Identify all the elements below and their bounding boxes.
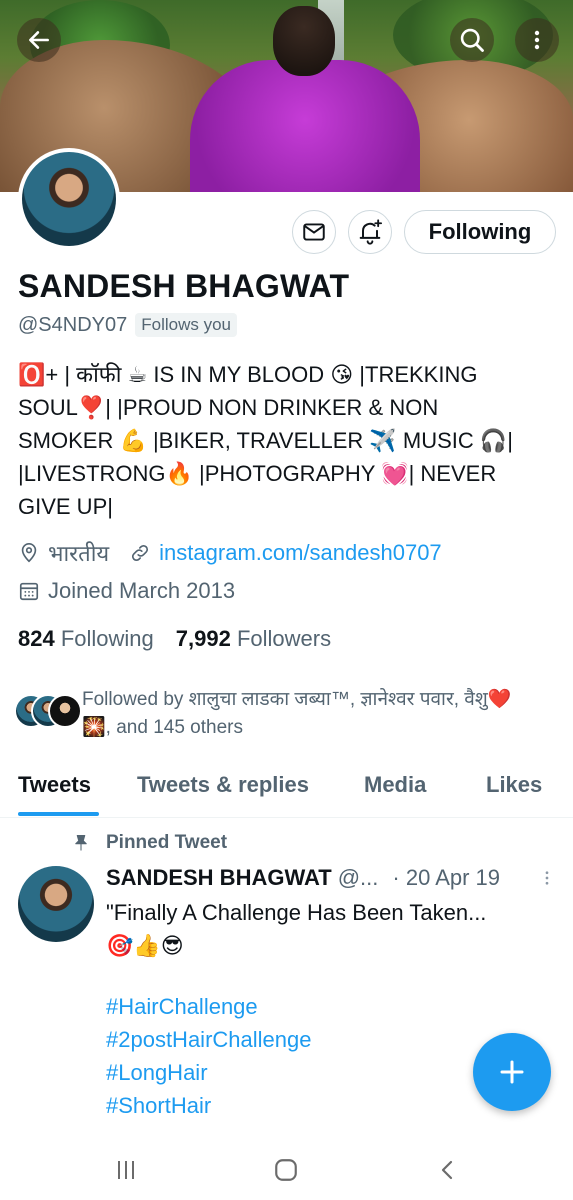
follower-avatars: [14, 694, 82, 730]
active-tab-indicator: [18, 812, 99, 816]
hashtag-link[interactable]: #HairChallenge: [106, 990, 311, 1023]
home-button[interactable]: [266, 1154, 306, 1186]
bio-line: SOUL❣️| |PROUD NON DRINKER & NON: [18, 395, 439, 420]
follows-you-badge: Follows you: [135, 313, 238, 337]
bio-line: |LIVESTRONG🔥 |PHOTOGRAPHY 💓| NEVER: [18, 461, 497, 486]
tweet-text-line: "Finally A Challenge Has Been Taken...: [106, 900, 487, 925]
recent-apps-icon: [118, 1161, 134, 1179]
followers-label: Followers: [236, 626, 332, 651]
compose-tweet-button[interactable]: [473, 1033, 551, 1111]
tweet-text-line: 🎯👍😎: [106, 933, 184, 958]
bio-line: SMOKER 💪 |BIKER, TRAVELLER ✈️ MUSIC 🎧|: [18, 428, 513, 453]
tab-tweets[interactable]: Tweets: [18, 772, 91, 798]
followers-count: 7,992: [175, 626, 231, 651]
profile-handle: @S4NDY07: [18, 313, 128, 336]
location-pin-icon: [21, 543, 37, 563]
tweet-header: SANDESH BHAGWAT @... · 20 Apr 19: [106, 865, 556, 891]
tweet-author-handle: @...: [337, 865, 379, 890]
joined-row: Joined March 2013: [18, 578, 235, 604]
following-count-link[interactable]: 824 Following: [18, 626, 154, 652]
more-button[interactable]: [515, 18, 559, 62]
profile-website-link[interactable]: instagram.com/sandesh0707: [159, 540, 442, 566]
system-nav-bar: [0, 1140, 573, 1200]
followed-by-line: Followed by शालुचा लाडका जब्या™, ज्ञानेश…: [82, 689, 512, 710]
search-icon: [460, 28, 484, 52]
profile-location: भारतीय: [48, 541, 110, 566]
followers-count-link[interactable]: 7,992 Followers: [176, 626, 331, 652]
avatar-image: [18, 866, 94, 942]
system-back-button[interactable]: [428, 1154, 468, 1186]
location-website-row: भारतीय instagram.com/sandesh0707: [18, 538, 442, 568]
pinned-tweet-text: Pinned Tweet: [106, 832, 228, 853]
banner-person: [190, 60, 420, 192]
mail-icon: [303, 223, 325, 241]
tweet-more-icon[interactable]: [538, 867, 556, 889]
following-label: Following: [60, 626, 154, 651]
profile-tabs: Tweets Tweets & replies Media Likes: [0, 760, 573, 818]
calendar-icon: [19, 582, 39, 601]
pin-icon: [75, 834, 87, 851]
notifications-button[interactable]: [348, 210, 392, 254]
message-button[interactable]: [292, 210, 336, 254]
pinned-tweet-label: Pinned Tweet: [72, 832, 227, 854]
following-count: 824: [18, 626, 55, 651]
tab-likes[interactable]: Likes: [486, 772, 542, 798]
back-button[interactable]: [17, 18, 61, 62]
recent-apps-button[interactable]: [106, 1154, 146, 1186]
follow-counts: 824 Following 7,992 Followers: [18, 626, 331, 652]
bell-plus-icon: [359, 219, 383, 245]
more-vertical-icon: [534, 30, 540, 50]
followed-by[interactable]: Followed by शालुचा लाडका जब्या™, ज्ञानेश…: [14, 686, 559, 742]
arrow-left-icon: [29, 31, 49, 49]
tweet-author-name[interactable]: SANDESH BHAGWAT: [106, 865, 332, 891]
following-button[interactable]: Following: [404, 210, 556, 254]
hashtag-link[interactable]: #ShortHair: [106, 1089, 311, 1122]
bio-line: GIVE UP|: [18, 494, 113, 519]
banner-person-head: [273, 6, 335, 76]
followed-by-text: Followed by शालुचा लाडका जब्या™, ज्ञानेश…: [82, 686, 511, 742]
profile-avatar[interactable]: [18, 148, 120, 250]
hashtag-link[interactable]: #LongHair: [106, 1056, 311, 1089]
profile-name: SANDESH BHAGWAT: [18, 268, 350, 304]
chevron-left-icon: [441, 1160, 453, 1180]
followed-by-line: 🎇, and 145 others: [82, 717, 243, 738]
tweet-hashtags: #HairChallenge #2postHairChallenge #Long…: [106, 990, 311, 1122]
hashtag-link[interactable]: #2postHairChallenge: [106, 1023, 311, 1056]
profile-bio: 🅾️+ | कॉफी ☕ IS IN MY BLOOD 😘 |TREKKING …: [18, 358, 553, 523]
joined-date: Joined March 2013: [48, 578, 236, 603]
bio-line: 🅾️+ | कॉफी ☕ IS IN MY BLOOD 😘 |TREKKING: [18, 362, 478, 387]
plus-icon: [500, 1060, 524, 1084]
link-icon: [132, 544, 149, 562]
follower-avatar: [48, 694, 82, 728]
tab-media[interactable]: Media: [364, 772, 426, 798]
tweet-text: "Finally A Challenge Has Been Taken... 🎯…: [106, 896, 546, 962]
search-button[interactable]: [450, 18, 494, 62]
handle-row: @S4NDY07 Follows you: [18, 313, 238, 337]
home-icon: [275, 1159, 297, 1181]
avatar-image: [22, 152, 116, 246]
tab-tweets-replies[interactable]: Tweets & replies: [137, 772, 309, 798]
tweet-date: · 20 Apr 19: [392, 865, 501, 890]
tweet-author-avatar[interactable]: [18, 866, 94, 942]
